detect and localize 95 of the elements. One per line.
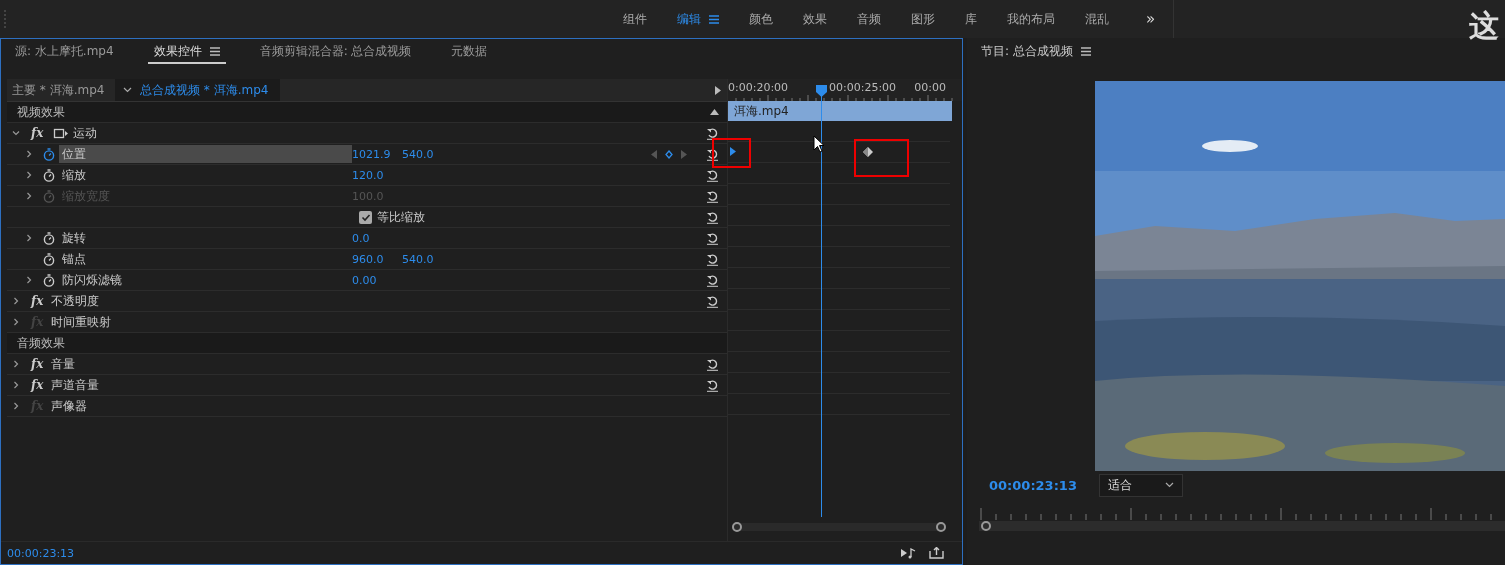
clip-bar[interactable]: 洱海.mp4 — [728, 101, 952, 121]
reset-icon[interactable] — [706, 273, 719, 287]
effect-label: 声道音量 — [51, 376, 99, 394]
menu-icon[interactable] — [709, 14, 719, 24]
property-label: 防闪烁滤镜 — [61, 272, 123, 289]
fx-icon[interactable]: fx — [31, 294, 47, 308]
section-header: 视频效果 — [16, 103, 65, 121]
property-value[interactable]: 960.0 — [352, 252, 402, 266]
transform-icon[interactable] — [53, 127, 69, 139]
reset-icon[interactable] — [706, 378, 719, 392]
fx-icon[interactable]: fx — [31, 378, 47, 392]
workspace-tab[interactable]: 音频 — [842, 4, 896, 34]
property-value[interactable]: 540.0 — [402, 252, 452, 266]
workspace-tab[interactable]: 我的布局 — [992, 4, 1070, 34]
play-audio-icon[interactable] — [901, 547, 917, 559]
property-value[interactable]: 0.0 — [352, 231, 402, 245]
sequence-clip-dropdown[interactable]: 总合成视频 * 洱海.mp4 — [115, 79, 281, 101]
panel-tab[interactable]: 音频剪辑混合器: 总合成视频 — [253, 40, 418, 64]
chevron-icon[interactable] — [12, 318, 20, 326]
master-clip-label: 主要 * 洱海.mp4 — [11, 81, 106, 99]
checkbox-label: 等比缩放 — [377, 208, 425, 226]
property-label: 旋转 — [61, 230, 87, 247]
property-label: 锚点 — [61, 251, 87, 268]
reset-icon[interactable] — [706, 252, 719, 266]
panel-tab[interactable]: 源: 水上摩托.mp4 — [9, 40, 120, 64]
menu-icon[interactable] — [1080, 46, 1091, 56]
overlay-caption: 这 — [1469, 7, 1499, 45]
chevron-icon — [123, 87, 132, 93]
reset-icon[interactable] — [706, 168, 719, 182]
collapse-triangle-icon[interactable] — [710, 109, 719, 115]
playhead-handle-icon[interactable] — [816, 85, 827, 97]
stopwatch-icon[interactable] — [43, 168, 55, 182]
zoom-dropdown[interactable]: 适合 — [1098, 473, 1183, 497]
more-button[interactable]: » — [1132, 10, 1170, 28]
workspace-tab[interactable]: 库 — [950, 4, 992, 34]
ruler-label: 00:00:25:00 — [829, 81, 897, 94]
property-value[interactable]: 540.0 — [402, 147, 452, 161]
workspace-tab[interactable]: 混乱 — [1070, 4, 1124, 34]
effect-label: 时间重映射 — [51, 313, 111, 331]
menu-icon[interactable] — [209, 46, 220, 56]
chevron-icon[interactable] — [12, 381, 20, 389]
panel-tab[interactable]: 元数据 — [445, 40, 494, 64]
chevron-icon[interactable] — [12, 129, 20, 137]
annotation-box — [712, 138, 751, 168]
chevron-icon — [1164, 482, 1174, 488]
stopwatch-icon[interactable] — [43, 147, 55, 161]
workspace-tab[interactable]: 效果 — [788, 4, 842, 34]
panel-tab[interactable]: 效果控件 — [147, 40, 226, 64]
export-icon[interactable] — [929, 547, 944, 559]
property-label: 缩放 — [61, 167, 87, 184]
chevron-icon[interactable] — [25, 150, 33, 158]
effect-label: 运动 — [73, 124, 97, 142]
reset-icon[interactable] — [706, 231, 719, 245]
annotation-box — [854, 139, 909, 177]
fx-icon[interactable]: fx — [31, 126, 47, 140]
chevron-icon[interactable] — [12, 402, 20, 410]
stopwatch-icon[interactable] — [43, 231, 55, 245]
reset-icon[interactable] — [706, 210, 719, 224]
add-keyframe-icon[interactable] — [665, 149, 673, 159]
playhead-timecode[interactable]: 00:00:23:13 — [989, 477, 1077, 493]
workspace-tab[interactable]: 图形 — [896, 4, 950, 34]
workspace-tab[interactable]: 编辑 — [662, 4, 734, 34]
workspace-tab[interactable]: 组件 — [608, 4, 662, 34]
stopwatch-icon[interactable] — [43, 252, 55, 266]
panel-title[interactable]: 节目: 总合成视频 — [981, 42, 1073, 60]
effect-label: 声像器 — [51, 397, 87, 415]
property-value[interactable]: 0.00 — [352, 273, 402, 287]
keyframe-icon[interactable] — [863, 147, 873, 157]
time-scrollbar[interactable] — [979, 521, 1505, 531]
ruler-label: 00:00 — [914, 81, 946, 94]
reset-icon[interactable] — [706, 147, 719, 161]
reset-icon[interactable] — [706, 294, 719, 308]
stopwatch-icon[interactable] — [43, 273, 55, 287]
timecode[interactable]: 00:00:23:13 — [7, 546, 75, 560]
fx-icon[interactable]: fx — [31, 357, 47, 371]
chevron-icon[interactable] — [25, 171, 33, 179]
effect-label: 音量 — [51, 355, 75, 373]
chevron-icon[interactable] — [25, 276, 33, 284]
workspace-tab[interactable]: 颜色 — [734, 4, 788, 34]
property-label: 位置 — [59, 145, 352, 163]
reset-icon[interactable] — [706, 357, 719, 371]
section-header: 音频效果 — [16, 334, 65, 352]
play-triangle-icon[interactable] — [715, 85, 721, 95]
chevron-icon[interactable] — [12, 360, 20, 368]
ruler-label: 0:00:20:00 — [728, 81, 789, 94]
chevron-icon[interactable] — [12, 297, 20, 305]
timeline-scrollbar[interactable] — [732, 523, 946, 531]
property-value[interactable]: 120.0 — [352, 168, 402, 182]
chevron-icon[interactable] — [25, 234, 33, 242]
mouse-pointer-icon — [813, 135, 825, 153]
reset-icon[interactable] — [706, 126, 719, 140]
property-value[interactable]: 1021.9 — [352, 147, 402, 161]
checkbox[interactable] — [359, 210, 372, 224]
effect-label: 不透明度 — [51, 292, 99, 310]
keyframe-offscreen-icon[interactable] — [730, 147, 736, 156]
